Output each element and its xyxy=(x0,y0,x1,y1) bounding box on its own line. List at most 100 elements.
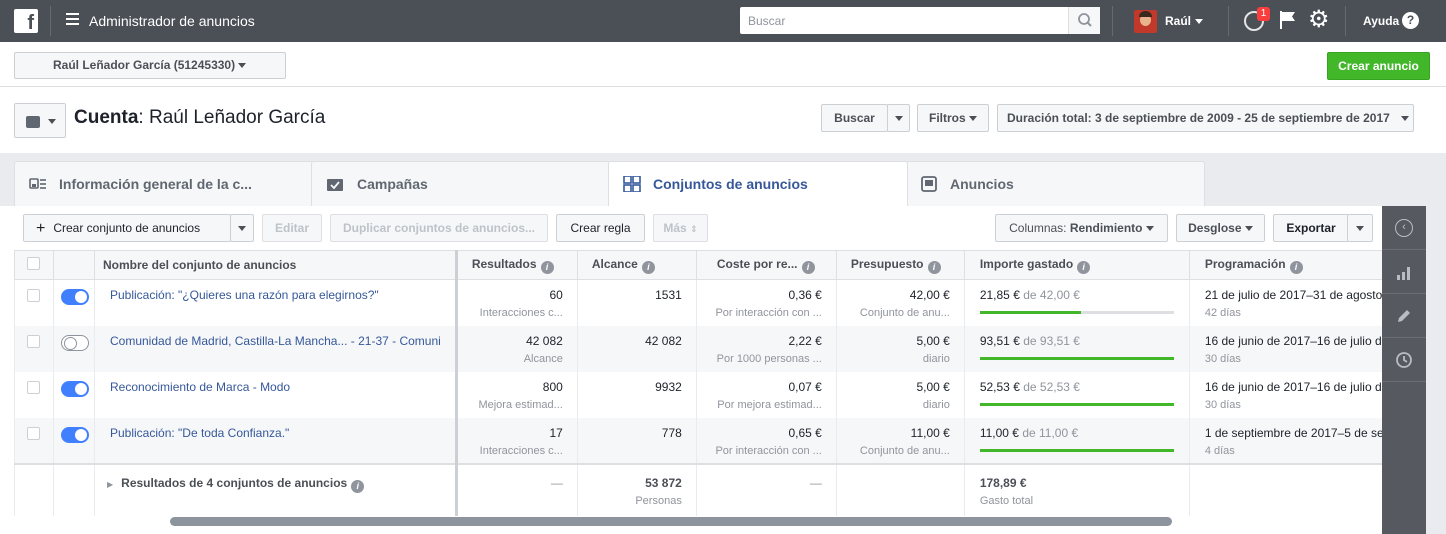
delivery-toggle[interactable] xyxy=(61,426,89,443)
info-icon[interactable]: i xyxy=(1077,260,1091,274)
table-row[interactable]: Comunidad de Madrid, Castilla-La Mancha.… xyxy=(14,325,1415,372)
table-row[interactable]: Publicación: "De toda Confianza." 17 Inte… xyxy=(14,417,1415,464)
row-checkbox[interactable] xyxy=(27,426,40,440)
select-all-checkbox[interactable] xyxy=(27,257,40,270)
column-header-name[interactable]: Nombre del conjunto de anuncios xyxy=(94,250,458,280)
account-selector[interactable]: Raúl Leñador García (51245330) xyxy=(14,52,286,79)
budget-cell: 11,00 € Conjunto de anu... xyxy=(835,417,965,464)
totals-budget-cell xyxy=(835,462,965,516)
date-range-label: Duración total: 3 de septiembre de 2009 … xyxy=(1007,111,1390,125)
budget-value: 5,00 € xyxy=(916,333,950,348)
info-icon[interactable]: i xyxy=(927,260,941,274)
campaign-folder-icon xyxy=(327,179,343,191)
column-header-cost[interactable]: Coste por re... i xyxy=(695,250,837,280)
info-icon[interactable]: i xyxy=(641,260,655,274)
spent-value: 52,53 € xyxy=(979,379,1020,394)
chevron-down-icon xyxy=(1244,226,1253,232)
info-icon[interactable]: i xyxy=(1289,260,1303,274)
info-icon[interactable]: i xyxy=(351,479,365,493)
columns-button[interactable]: Columnas: Rendimiento xyxy=(995,214,1168,242)
tab-account-overview[interactable]: Información general de la c... xyxy=(14,161,314,206)
cost-type: Por 1000 personas ... xyxy=(716,352,822,365)
cuenta-label: Cuenta xyxy=(74,107,139,128)
adset-name-link[interactable]: Comunidad de Madrid, Castilla-La Mancha.… xyxy=(110,334,441,348)
delivery-toggle[interactable] xyxy=(61,380,89,397)
duplicate-button[interactable]: Duplicar conjuntos de anuncios... xyxy=(330,214,548,242)
tab-ads[interactable]: Anuncios xyxy=(905,161,1205,206)
spent-of: de 93,51 € xyxy=(1023,333,1080,348)
results-type: Mejora estimad... xyxy=(478,398,563,411)
results-value: 800 xyxy=(542,379,563,394)
edit-panel-button[interactable] xyxy=(1382,294,1426,338)
filters-button[interactable]: Filtros xyxy=(917,104,989,132)
facebook-logo[interactable]: f xyxy=(14,9,38,33)
create-adset-dropdown[interactable] xyxy=(230,214,254,242)
column-header-results[interactable]: Resultados i xyxy=(455,250,578,280)
flag-icon[interactable] xyxy=(1279,10,1297,30)
results-value: 42 082 xyxy=(526,333,563,348)
gear-icon[interactable]: ⚙ xyxy=(1308,7,1330,33)
create-rule-button[interactable]: Crear regla xyxy=(556,214,645,242)
header-label: Coste por re... xyxy=(716,256,798,271)
column-header-budget[interactable]: Presupuesto i xyxy=(835,250,965,280)
avatar[interactable] xyxy=(1134,10,1157,33)
adset-name-link[interactable]: Publicación: "¿Quieres una razón para el… xyxy=(110,288,379,302)
delivery-toggle[interactable] xyxy=(61,334,89,351)
filters-label: Filtros xyxy=(928,111,966,125)
adset-name-cell: Publicación: "De toda Confianza." xyxy=(94,417,458,464)
cost-cell: 0,65 € Por interacción con ... xyxy=(695,417,837,464)
help-link[interactable]: Ayuda xyxy=(1363,14,1399,28)
user-menu[interactable]: Raúl xyxy=(1165,14,1204,28)
account-menu-button[interactable] xyxy=(14,103,66,138)
account-bar: Raúl Leñador García (51245330) xyxy=(0,42,1446,87)
collapse-rail-button[interactable]: ‹ xyxy=(1382,206,1426,250)
info-icon[interactable]: i xyxy=(801,260,815,274)
breakdown-button[interactable]: Desglose xyxy=(1176,214,1265,242)
charts-button[interactable] xyxy=(1382,250,1426,294)
info-icon[interactable]: i xyxy=(540,260,554,274)
table-row[interactable]: Reconocimiento de Marca - Modo 800 Mejora… xyxy=(14,371,1415,418)
search-button[interactable] xyxy=(1068,7,1100,34)
adset-name-link[interactable]: Publicación: "De toda Confianza." xyxy=(110,426,289,440)
row-checkbox[interactable] xyxy=(27,380,40,394)
account-name: Raúl Leñador García xyxy=(148,107,326,128)
delivery-toggle[interactable] xyxy=(61,289,89,305)
column-header-reach[interactable]: Alcance i xyxy=(576,250,697,280)
spent-value: 93,51 € xyxy=(979,333,1020,348)
columns-value: Rendimiento xyxy=(1069,221,1143,235)
edit-button[interactable]: Editar xyxy=(262,214,322,242)
date-range-picker[interactable]: Duración total: 3 de septiembre de 2009 … xyxy=(997,104,1414,132)
horizontal-scrollbar[interactable] xyxy=(170,517,1172,526)
page-title: Cuenta: Raúl Leñador García xyxy=(74,107,326,128)
create-ad-button[interactable]: Crear anuncio xyxy=(1327,52,1430,80)
adset-name-link[interactable]: Reconocimiento de Marca - Modo xyxy=(110,380,290,394)
schedule-duration: 30 días xyxy=(1204,352,1241,365)
more-button[interactable]: Más ⇕ xyxy=(653,214,708,242)
help-icon[interactable]: ? xyxy=(1402,12,1419,29)
bar-chart-icon xyxy=(1395,263,1413,281)
tab-ad-sets[interactable]: Conjuntos de anuncios xyxy=(608,161,908,207)
account-selector-label: Raúl Leñador García (51245330) xyxy=(53,58,236,72)
search-input[interactable] xyxy=(740,7,1060,34)
clock-icon xyxy=(1395,351,1413,369)
search-icon xyxy=(1078,13,1092,27)
column-header-schedule[interactable]: Programación i xyxy=(1188,250,1415,280)
history-button[interactable] xyxy=(1382,338,1426,382)
row-checkbox[interactable] xyxy=(27,289,40,302)
table-row[interactable]: Publicación: "¿Quieres una razón para el… xyxy=(14,279,1415,326)
create-adset-button[interactable]: + Crear conjunto de anuncios xyxy=(23,214,231,242)
row-checkbox[interactable] xyxy=(27,334,40,348)
tab-campaigns[interactable]: Campañas xyxy=(311,161,611,206)
ad-sets-table: Nombre del conjunto de anuncios Resultad… xyxy=(14,250,1415,516)
menu-icon[interactable] xyxy=(66,13,79,28)
search-dropdown-button[interactable] xyxy=(887,104,910,132)
search-button[interactable]: Buscar xyxy=(821,104,888,132)
sort-icon: ⇕ xyxy=(690,224,698,234)
export-dropdown[interactable] xyxy=(1347,214,1373,242)
spent-value: 11,00 € xyxy=(979,425,1019,440)
caret-right-icon[interactable]: ▶ xyxy=(107,480,113,489)
spend-progress-bar xyxy=(979,402,1174,406)
divider xyxy=(50,6,51,36)
column-header-spent[interactable]: Importe gastado i xyxy=(963,250,1190,280)
export-button[interactable]: Exportar xyxy=(1273,214,1349,242)
